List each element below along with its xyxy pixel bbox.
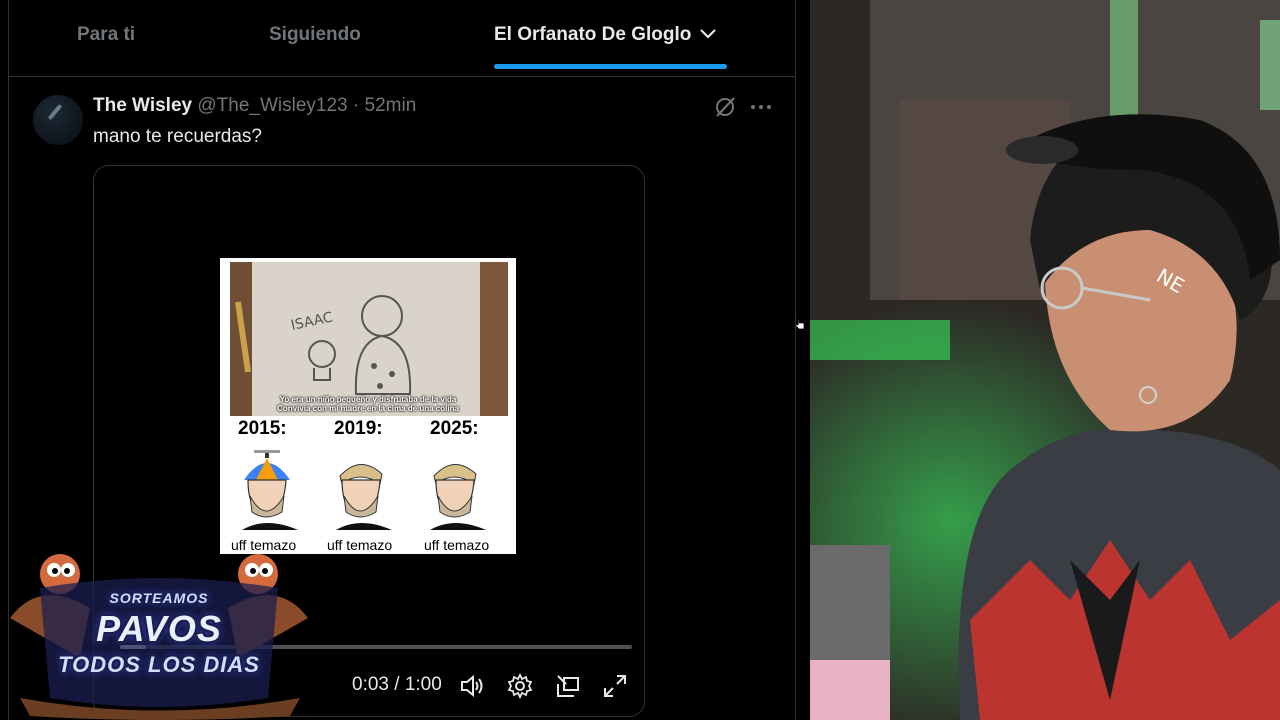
streamer-image: NE (810, 0, 1280, 720)
chevron-down-icon[interactable] (699, 24, 717, 46)
year-label: 2019: (334, 418, 383, 439)
chad-face-propeller (242, 450, 298, 530)
stream-overlay-logo: SORTEAMOS PAVOS TODOS LOS DIAS (0, 548, 318, 720)
tweet-header: The Wisley @The_Wisley123 · 52min (93, 95, 416, 117)
tab-bar: Para ti Siguiendo El Orfanato De Gloglo (9, 0, 795, 77)
grok-icon[interactable] (713, 95, 737, 119)
volume-icon[interactable] (458, 672, 486, 700)
active-tab-indicator (494, 64, 727, 69)
caption-line-1: Yo era un niño pequeño y disfrutaba de l… (279, 395, 457, 404)
tab-el-orfanato[interactable]: El Orfanato De Gloglo (494, 24, 717, 46)
tweet-time[interactable]: 52min (365, 95, 417, 116)
chad-face (430, 464, 486, 530)
tab-siguiendo[interactable]: Siguiendo (269, 24, 361, 46)
tab-el-orfanato-label: El Orfanato De Gloglo (494, 24, 692, 46)
pip-icon[interactable] (554, 672, 582, 700)
more-icon[interactable] (750, 95, 772, 119)
isaac-drawing: ISAAC (230, 262, 508, 416)
tab-para-ti[interactable]: Para ti (77, 24, 135, 46)
author-handle[interactable]: @The_Wisley123 (197, 95, 347, 116)
isaac-label: ISAAC (290, 309, 335, 334)
webcam-feed: NE (810, 0, 1280, 720)
caption-line-2: Convivía con mi madre en la cima de una … (277, 404, 459, 413)
settings-icon[interactable] (506, 672, 534, 700)
meme-label: uff temazo (327, 537, 393, 553)
time-display: 0:03 / 1:00 (352, 674, 442, 695)
fullscreen-icon[interactable] (601, 672, 629, 700)
year-label: 2015: (238, 418, 287, 439)
video-frame: ISAAC Yo era un niño pequeño y disfrutab… (220, 258, 516, 554)
overlay-line-3: TODOS LOS DIAS (58, 652, 260, 677)
overlay-line-1: SORTEAMOS (109, 590, 209, 606)
tweet-text: mano te recuerdas? (93, 126, 262, 147)
overlay-line-2: PAVOS (96, 608, 222, 649)
year-label: 2025: (430, 418, 479, 439)
quill-icon (47, 103, 63, 121)
chad-face (336, 464, 392, 530)
meme-label: uff temazo (424, 537, 490, 553)
sketch: ISAAC (235, 295, 412, 395)
author-name[interactable]: The Wisley (93, 95, 192, 116)
avatar[interactable] (33, 95, 83, 145)
cursor-icon (795, 318, 805, 330)
separator-dot: · (352, 95, 360, 116)
